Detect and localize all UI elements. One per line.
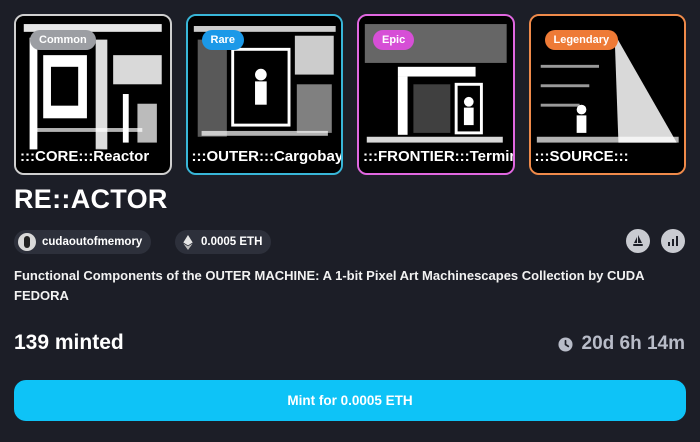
nft-card-rare[interactable]: Rare :::OUTER:::Cargobay xyxy=(185,14,343,175)
rarity-badge: Epic xyxy=(373,30,415,50)
opensea-button[interactable] xyxy=(626,229,650,253)
minted-count: 139 minted xyxy=(14,331,124,354)
price-value: 0.0005 ETH xyxy=(201,236,263,248)
rarity-badge: Common xyxy=(30,30,96,50)
ethereum-icon xyxy=(183,234,193,250)
clock-icon xyxy=(557,336,573,352)
nft-card-row: Common :::CORE:::Reactor Rare :::OUTER::… xyxy=(14,14,686,176)
mint-button[interactable]: Mint for 0.0005 ETH xyxy=(14,380,686,421)
nft-card-epic[interactable]: Epic :::FRONTIER:::Terminal xyxy=(357,14,515,175)
nft-card-common[interactable]: Common :::CORE:::Reactor xyxy=(14,14,172,175)
chart-button[interactable] xyxy=(661,229,685,253)
price-pill: 0.0005 ETH xyxy=(175,230,272,254)
nft-card-legendary[interactable]: Legendary :::SOURCE::: xyxy=(528,14,686,175)
creator-name: cudaoutofmemory xyxy=(42,236,143,248)
collection-description: Functional Components of the OUTER MACHI… xyxy=(14,268,645,303)
card-title: :::SOURCE::: xyxy=(534,148,629,165)
time-left-value: 20d 6h 14m xyxy=(581,333,686,354)
rarity-badge: Legendary xyxy=(544,30,619,50)
card-title: :::OUTER:::Cargobay xyxy=(191,148,342,165)
creator-link[interactable]: cudaoutofmemory xyxy=(14,230,152,254)
chart-icon xyxy=(668,236,678,246)
time-remaining: 20d 6h 14m xyxy=(557,333,686,355)
collection-title: RE::ACTOR xyxy=(14,184,168,214)
rarity-badge: Rare xyxy=(201,30,244,50)
opensea-icon xyxy=(633,235,643,246)
avatar xyxy=(18,233,36,251)
card-title: :::FRONTIER:::Terminal xyxy=(363,148,513,165)
card-title: :::CORE:::Reactor xyxy=(20,148,150,165)
